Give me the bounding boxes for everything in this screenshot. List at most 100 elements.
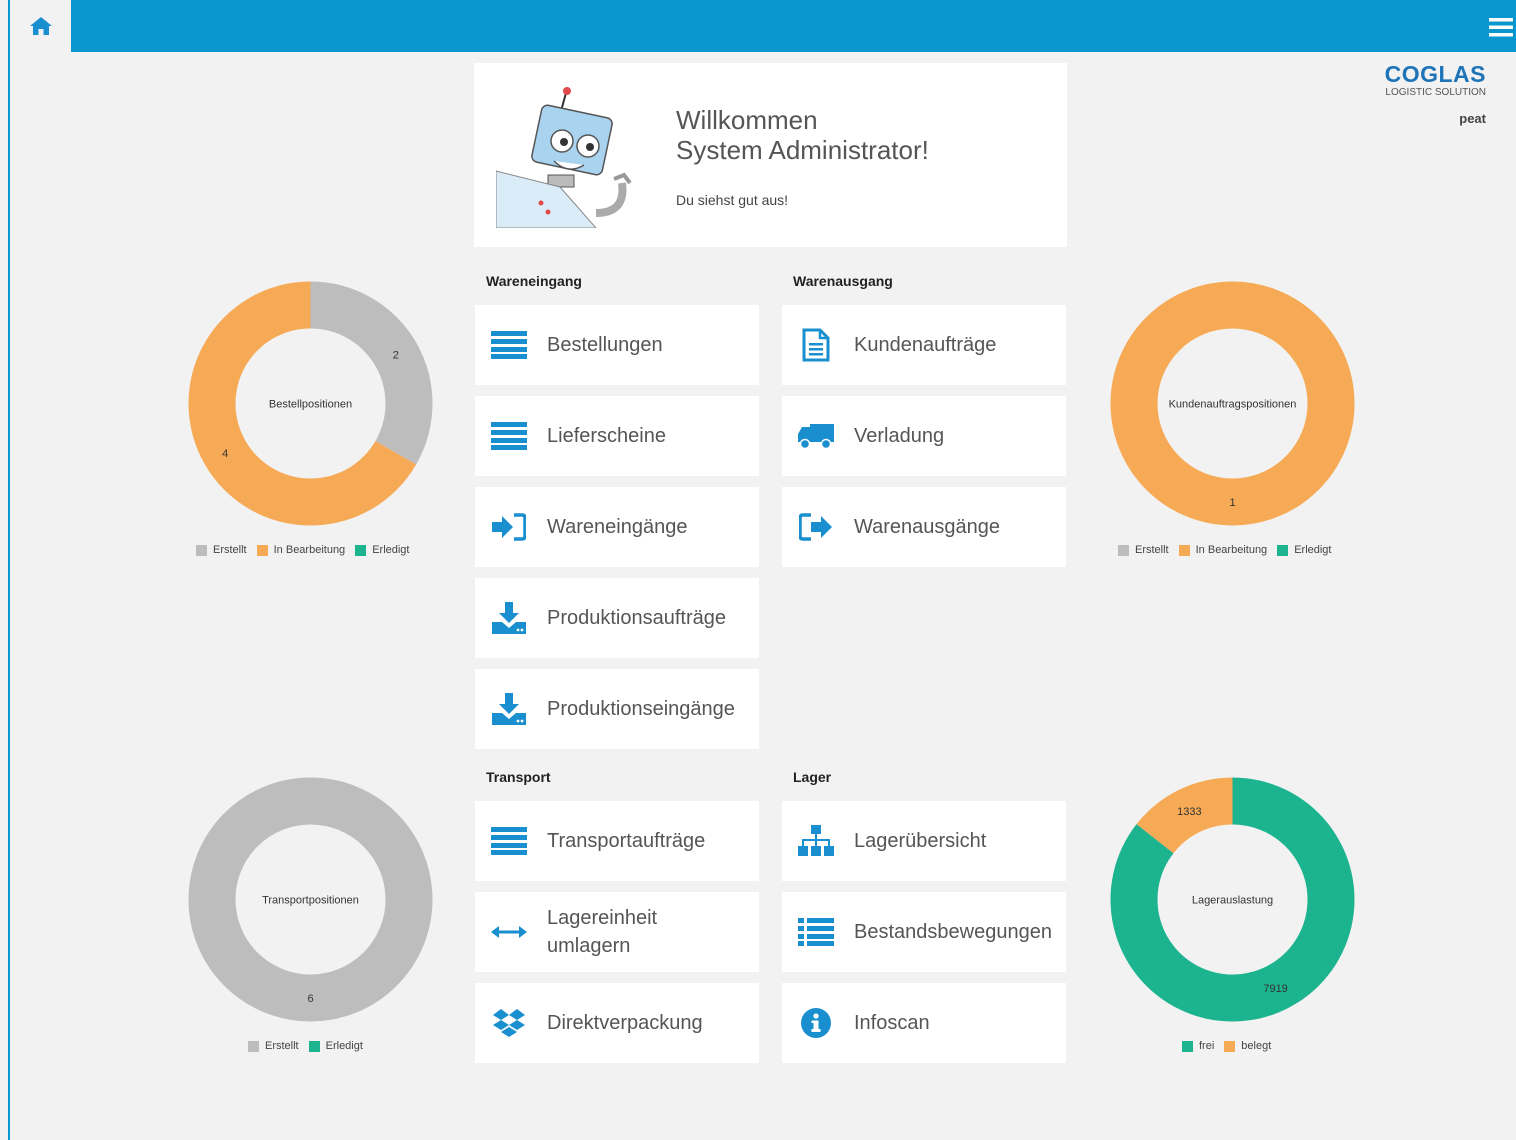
legend-label: Erstellt: [213, 544, 247, 556]
donut-value-label: 1: [1229, 497, 1235, 509]
legend-bestellpositionen: Erstellt In Bearbeitung Erledigt: [196, 544, 419, 556]
legend-item-in-bearbeitung[interactable]: In Bearbeitung: [256, 544, 346, 556]
legend-item-belegt[interactable]: belegt: [1224, 1040, 1271, 1052]
welcome-subtitle: Du siehst gut aus!: [676, 192, 789, 208]
donut-segment-erstellt[interactable]: [310, 281, 433, 465]
legend-label: Erledigt: [1294, 544, 1332, 556]
legend-label: In Bearbeitung: [1195, 544, 1268, 556]
tile-bestellungen[interactable]: Bestellungen: [475, 305, 759, 385]
legend-swatch: [308, 1040, 320, 1052]
legend-label: belegt: [1241, 1040, 1272, 1052]
donut-center-title: Lagerauslastung: [1192, 895, 1273, 907]
legend-swatch: [1182, 1040, 1193, 1052]
donut-chart-bestellpositionen: 2 4 Bestellpositionen: [188, 281, 433, 526]
tile-direktverpackung[interactable]: Direktverpackung: [475, 983, 759, 1063]
tile-verladung[interactable]: Verladung: [782, 396, 1066, 476]
legend-swatch: [1178, 544, 1190, 556]
tile-label: Direktverpackung: [547, 1012, 703, 1034]
section-title-wareneingang: Wareneingang: [486, 273, 582, 289]
donut-center-title: Kundenauftragspositionen: [1169, 399, 1297, 411]
tile-label: Lagereinheit umlagern: [547, 904, 657, 960]
tile-lieferscheine[interactable]: Lieferscheine: [475, 396, 759, 476]
download-icon: [489, 689, 529, 729]
dropbox-icon: [489, 1003, 529, 1043]
document-icon: [796, 325, 836, 365]
legend-item-erledigt[interactable]: Erledigt: [308, 1040, 363, 1052]
top-navigation-bar: [10, 0, 1516, 52]
company-logo: COGLAS LOGISTIC SOLUTION: [1385, 62, 1486, 98]
chart-lagerauslastung: 7919 1333 Lagerauslastung: [1110, 777, 1355, 1027]
tile-label: Wareneingänge: [547, 516, 688, 538]
welcome-user: System Administrator!: [676, 135, 929, 165]
sign-in-icon: [489, 507, 529, 547]
donut-value-label: 7919: [1263, 983, 1287, 995]
tile-label: Bestandsbewegungen: [854, 921, 1052, 943]
tile-label: Lagerübersicht: [854, 830, 987, 852]
donut-value-label: 2: [393, 349, 399, 361]
legend-lagerauslastung: frei belegt: [1182, 1040, 1281, 1052]
tile-label: Transportaufträge: [547, 830, 706, 852]
tile-produktionsauftraege[interactable]: Produktionsaufträge: [475, 578, 759, 658]
tile-warenausgaenge[interactable]: Warenausgänge: [782, 487, 1066, 567]
donut-chart-lagerauslastung: 7919 1333 Lagerauslastung: [1110, 777, 1355, 1022]
truck-icon: [796, 416, 836, 456]
donut-value-label: 6: [307, 993, 313, 1005]
tile-label-line2: umlagern: [547, 935, 631, 957]
home-icon: [29, 17, 52, 35]
chart-bestellpositionen: 2 4 Bestellpositionen: [188, 281, 433, 531]
frame-border: [8, 0, 10, 1140]
tile-produktionseingaenge[interactable]: Produktionseingänge: [475, 669, 759, 749]
tile-label: Produktionsaufträge: [547, 607, 727, 629]
tile-bestandsbewegungen[interactable]: Bestandsbewegungen: [782, 892, 1066, 972]
legend-swatch: [1118, 544, 1129, 556]
tile-infoscan[interactable]: Infoscan: [782, 983, 1066, 1063]
logo-tagline: LOGISTIC SOLUTION: [1385, 87, 1486, 98]
legend-label: In Bearbeitung: [273, 544, 346, 556]
section-title-warenausgang: Warenausgang: [793, 273, 893, 289]
legend-item-erstellt[interactable]: Erstellt: [196, 544, 247, 556]
list-icon: [489, 821, 529, 861]
list-icon: [489, 325, 529, 365]
list-ul-icon: [796, 912, 836, 952]
legend-swatch: [196, 544, 207, 556]
legend-swatch: [256, 544, 268, 556]
tile-wareneingaenge[interactable]: Wareneingänge: [475, 487, 759, 567]
tile-label-line1: Lagereinheit: [547, 907, 658, 929]
home-button[interactable]: [10, 0, 71, 52]
welcome-title: Willkommen: [676, 105, 818, 135]
chart-kundenauftragspositionen: 1 Kundenauftragspositionen: [1110, 281, 1355, 531]
chart-transportpositionen: 6 Transportpositionen: [188, 777, 433, 1027]
tile-label: Kundenaufträge: [854, 334, 997, 356]
menu-button[interactable]: [1488, 14, 1514, 40]
tile-label: Produktionseingänge: [547, 698, 735, 720]
legend-label: Erstellt: [1135, 544, 1169, 556]
download-icon: [489, 598, 529, 638]
legend-swatch: [355, 544, 367, 556]
legend-item-erstellt[interactable]: Erstellt: [248, 1040, 299, 1052]
legend-label: frei: [1199, 1040, 1215, 1052]
list-icon: [489, 416, 529, 456]
donut-center-title: Transportpositionen: [262, 895, 359, 907]
legend-transportpositionen: Erstellt Erledigt: [248, 1040, 373, 1052]
legend-label: Erledigt: [372, 544, 410, 556]
section-title-transport: Transport: [486, 769, 551, 785]
legend-item-erledigt[interactable]: Erledigt: [1277, 544, 1331, 556]
tile-transportauftraege[interactable]: Transportaufträge: [475, 801, 759, 881]
tile-lagereinheit-umlagern[interactable]: Lagereinheit umlagern: [475, 892, 759, 972]
arrows-horizontal-icon: [489, 912, 529, 952]
tile-lageruebersicht[interactable]: Lagerübersicht: [782, 801, 1066, 881]
tile-kundenauftraege[interactable]: Kundenaufträge: [782, 305, 1066, 385]
tile-label: Verladung: [854, 425, 945, 447]
legend-item-frei[interactable]: frei: [1182, 1040, 1214, 1052]
donut-value-label: 1333: [1177, 806, 1201, 818]
tile-label: Bestellungen: [547, 334, 663, 356]
donut-center-title: Bestellpositionen: [269, 399, 352, 411]
legend-item-erstellt[interactable]: Erstellt: [1118, 544, 1169, 556]
legend-kundenauftragspositionen: Erstellt In Bearbeitung Erledigt: [1118, 544, 1341, 556]
legend-swatch: [1224, 1040, 1236, 1052]
legend-swatch: [248, 1040, 259, 1052]
legend-item-in-bearbeitung[interactable]: In Bearbeitung: [1178, 544, 1268, 556]
legend-item-erledigt[interactable]: Erledigt: [355, 544, 409, 556]
hamburger-menu-icon: [1489, 18, 1513, 37]
donut-value-label: 4: [222, 448, 228, 460]
